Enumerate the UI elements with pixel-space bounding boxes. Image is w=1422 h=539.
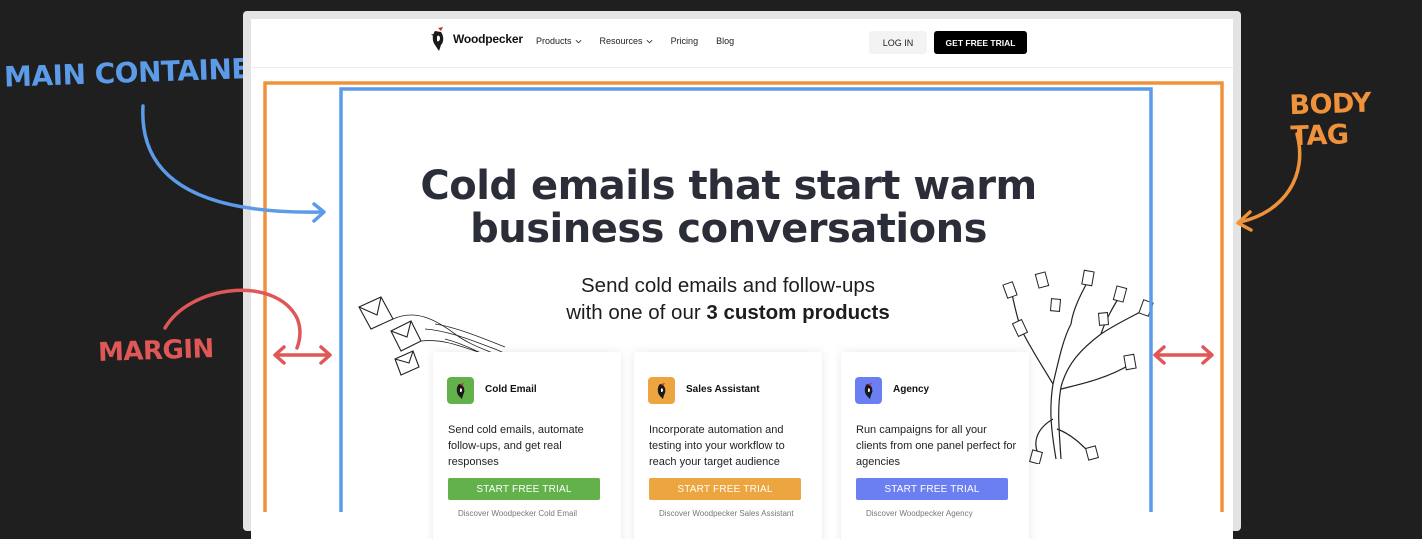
agency-start-trial-button[interactable]: START FREE TRIAL	[856, 478, 1008, 500]
main-menu: Products Resources Pricing Blog	[536, 36, 734, 46]
logo-text: Woodpecker	[453, 32, 523, 46]
menu-blog-label: Blog	[716, 36, 735, 46]
product-card-sales-assistant: Sales Assistant Incorporate automation a…	[634, 352, 822, 539]
chevron-down-icon	[575, 39, 581, 43]
menu-resources[interactable]: Resources	[600, 36, 653, 46]
sales-assistant-title: Sales Assistant	[686, 384, 760, 395]
sales-assistant-description: Incorporate automation and testing into …	[649, 424, 785, 468]
menu-blog[interactable]: Blog	[716, 36, 734, 46]
agency-icon	[855, 377, 882, 404]
hero-title-line-1: Cold emails that start warm	[420, 163, 1037, 209]
product-card-agency: Agency Run campaigns for all your client…	[841, 352, 1029, 539]
sales-assistant-discover-link[interactable]: Discover Woodpecker Sales Assistant	[659, 509, 794, 518]
cold-email-description: Send cold emails, automate follow-ups, a…	[448, 424, 584, 468]
hero-subtitle-highlight: 3 custom products	[706, 301, 890, 324]
hero-subtitle: Send cold emails and follow-ups with one…	[478, 272, 978, 326]
cold-email-start-trial-button[interactable]: START FREE TRIAL	[448, 478, 600, 500]
hero-subtitle-prefix: with one of our	[566, 301, 707, 324]
product-card-cold-email: Cold Email Send cold emails, automate fo…	[433, 352, 621, 539]
sales-assistant-start-trial-button[interactable]: START FREE TRIAL	[649, 478, 801, 500]
woodpecker-icon	[657, 382, 665, 399]
agency-discover-link[interactable]: Discover Woodpecker Agency	[866, 509, 973, 518]
menu-pricing-label: Pricing	[670, 36, 699, 46]
menu-resources-label: Resources	[599, 36, 643, 46]
hero-subtitle-line-2: with one of our 3 custom products	[478, 299, 978, 326]
cold-email-discover-link[interactable]: Discover Woodpecker Cold Email	[458, 509, 577, 518]
menu-products[interactable]: Products	[536, 36, 582, 46]
margin-annotation: MARGIN	[97, 333, 215, 369]
cold-email-title: Cold Email	[485, 384, 537, 395]
woodpecker-logo-icon	[431, 27, 444, 51]
menu-products-label: Products	[536, 36, 572, 46]
hero-title-line-2: business conversations	[470, 206, 987, 252]
hero-subtitle-line-1: Send cold emails and follow-ups	[581, 274, 875, 297]
body-tag-annotation: BODY TAG	[1288, 87, 1372, 153]
get-free-trial-button[interactable]: GET FREE TRIAL	[934, 31, 1027, 54]
logo[interactable]: Woodpecker	[429, 25, 523, 53]
hero-title: Cold emails that start warm business con…	[371, 165, 1086, 251]
top-navigation: Woodpecker Products Resources Pricing Bl…	[251, 19, 1233, 68]
webpage: Woodpecker Products Resources Pricing Bl…	[251, 19, 1233, 539]
cold-email-icon	[447, 377, 474, 404]
menu-pricing[interactable]: Pricing	[671, 36, 699, 46]
chevron-down-icon	[646, 39, 652, 43]
woodpecker-icon	[456, 382, 464, 399]
sales-assistant-icon	[648, 377, 675, 404]
woodpecker-icon	[864, 382, 872, 399]
main-container-annotation: MAIN CONTAINER	[3, 51, 272, 94]
agency-title: Agency	[893, 384, 930, 395]
agency-description: Run campaigns for all your clients from …	[856, 424, 1017, 468]
browser-window: Woodpecker Products Resources Pricing Bl…	[243, 11, 1241, 539]
login-button[interactable]: LOG IN	[869, 31, 927, 54]
